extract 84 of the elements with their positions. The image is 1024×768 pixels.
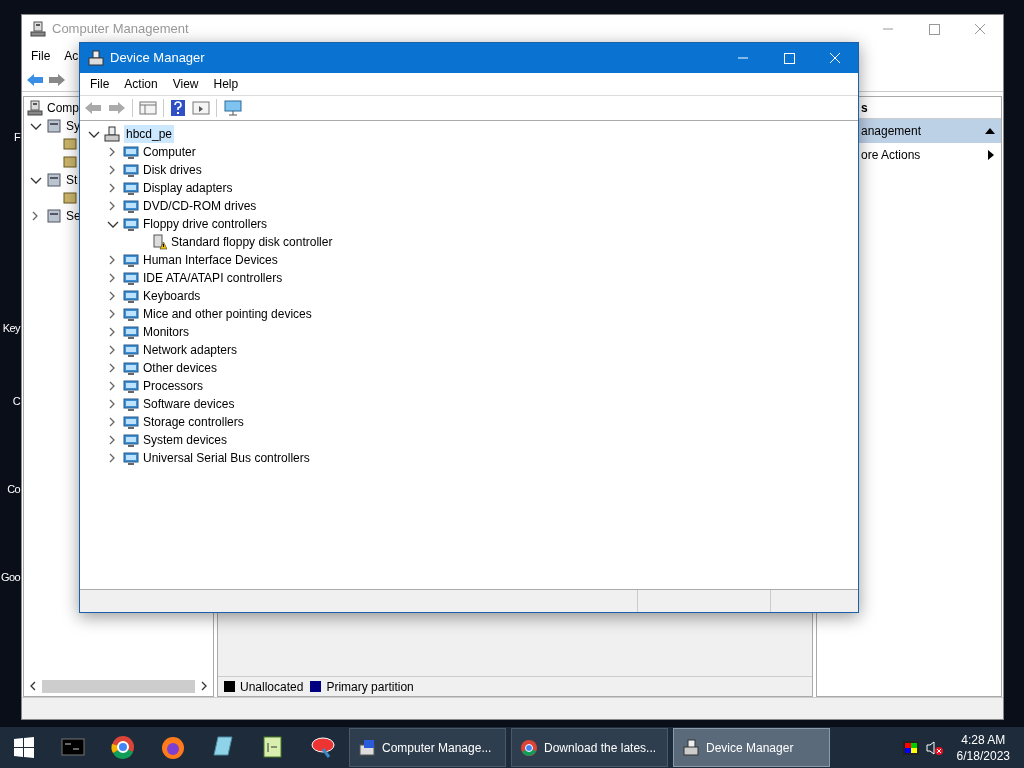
device-category-icon [123, 414, 139, 430]
tree-item-label[interactable]: Processors [143, 377, 204, 395]
chrome-icon [520, 738, 538, 757]
muted-speaker-icon[interactable] [924, 739, 943, 756]
tree-item-label[interactable]: Comp [47, 99, 79, 117]
computer-management-icon [30, 21, 46, 37]
tree-item-label[interactable]: Disk drives [143, 161, 202, 179]
tree-item-label[interactable]: Mice and other pointing devices [143, 305, 312, 323]
tree-item-label[interactable]: Monitors [143, 323, 189, 341]
desktop-icon-label[interactable]: F [13, 130, 20, 144]
tree-item-label[interactable]: Sy [66, 117, 80, 135]
back-arrow-icon[interactable] [26, 71, 44, 88]
device-category-icon [123, 396, 139, 412]
device-category-icon [123, 180, 139, 196]
tree-item-label[interactable]: Software devices [143, 395, 235, 413]
clock-date[interactable]: 6/18/2023 [956, 747, 1010, 764]
menu-item[interactable]: Action [124, 75, 158, 93]
display-color-icon[interactable] [902, 740, 919, 755]
tree-item-label[interactable]: hbcd_pe [124, 125, 175, 143]
tree-item-label[interactable]: System devices [143, 431, 228, 449]
device-category-icon [123, 378, 139, 394]
help-icon[interactable] [170, 100, 186, 116]
device-manager-icon [88, 50, 104, 66]
device-category-icon [123, 360, 139, 376]
device-category-icon [123, 450, 139, 466]
device-category-icon [123, 432, 139, 448]
tree-node-icon [46, 172, 62, 188]
device-category-icon [123, 252, 139, 268]
desktop-icon-label[interactable]: C [12, 394, 20, 408]
device-category-icon [123, 162, 139, 178]
collapse-triangle-icon [985, 127, 995, 135]
desktop-icon-label[interactable]: Key [2, 321, 20, 335]
tree-item-label[interactable]: Floppy drive controllers [143, 215, 268, 233]
tree-item-label[interactable]: DVD/CD-ROM drives [143, 197, 257, 215]
menu-item[interactable]: File [31, 46, 51, 65]
tree-item-label[interactable]: IDE ATA/ATAPI controllers [143, 269, 283, 287]
monitor-icon[interactable] [223, 100, 243, 116]
tree-item-label[interactable]: Display adapters [143, 179, 233, 197]
run-icon[interactable] [192, 100, 210, 116]
menu-item[interactable]: File [90, 75, 110, 93]
properties-icon[interactable] [139, 100, 157, 116]
desktop-icon-label[interactable]: Co [7, 482, 20, 496]
tree-item-label[interactable]: Computer [143, 143, 196, 161]
pane-link[interactable]: anagement [857, 119, 1001, 143]
device-category-icon [123, 288, 139, 304]
clock-time[interactable]: 4:28 AM [961, 731, 1006, 748]
tree-item-label[interactable]: St [66, 171, 78, 189]
tree-node-icon [46, 118, 62, 134]
device-category-icon [123, 198, 139, 214]
tree-item-label[interactable]: Storage controllers [143, 413, 244, 431]
menu-item[interactable]: Ac [64, 46, 79, 65]
tree-item-label[interactable]: Human Interface Devices [143, 251, 278, 269]
tree-item-label[interactable]: Network adapters [143, 341, 238, 359]
tree-item-label[interactable]: Standard floppy disk controller [171, 233, 333, 251]
taskbar-button[interactable]: Device Manager [673, 728, 830, 767]
forward-arrow-icon[interactable] [48, 71, 66, 88]
taskbar-button[interactable]: Computer Manage... [349, 728, 506, 767]
legend-label: Primary partition [326, 678, 414, 696]
tree-node-icon [46, 208, 62, 224]
tree-item-label[interactable]: Keyboards [143, 287, 201, 305]
device-category-icon [123, 270, 139, 286]
computer-management-icon [358, 738, 376, 757]
actions-header: s [861, 99, 868, 117]
window-title: Device Manager [110, 49, 205, 68]
tree-node-icon[interactable] [62, 154, 78, 170]
window-title: Computer Management [52, 20, 189, 39]
taskbar-button[interactable]: Download the lates... [511, 728, 668, 767]
device-manager-icon [682, 738, 700, 757]
menu-item[interactable]: Help [213, 75, 239, 93]
tree-node-icon[interactable] [62, 136, 78, 152]
legend-label: Unallocated [240, 678, 304, 696]
desktop-icon-label[interactable]: Goo [1, 570, 20, 584]
tree-item-label[interactable]: Other devices [143, 359, 218, 377]
tree-item-label[interactable]: Universal Serial Bus controllers [143, 449, 310, 467]
device-category-icon [123, 342, 139, 358]
device-category-icon [123, 306, 139, 322]
submenu-arrow-icon [987, 150, 995, 160]
device-category-icon [123, 216, 139, 232]
computer-icon [104, 126, 120, 142]
menu-item[interactable]: View [172, 75, 199, 93]
tree-node-icon[interactable] [62, 190, 78, 206]
tree-node-icon [27, 100, 43, 116]
device-category-icon [123, 324, 139, 340]
device-category-icon [123, 144, 139, 160]
